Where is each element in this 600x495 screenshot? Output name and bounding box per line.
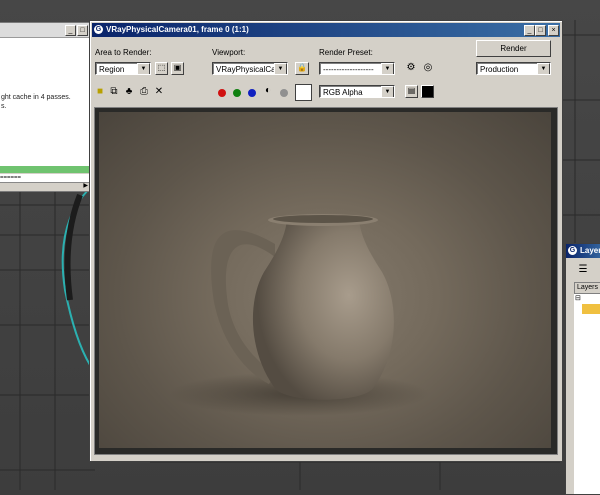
layer-window-title: Layer [580, 246, 600, 255]
print-icon[interactable]: ⎙ [138, 86, 150, 98]
render-setup-icon[interactable]: ⚙ [405, 62, 417, 74]
green-channel-icon[interactable] [233, 89, 241, 97]
save-icon[interactable]: ■ [94, 86, 106, 98]
clear-icon[interactable]: ✕ [153, 86, 165, 98]
edit-region-button[interactable]: ⬚ [155, 62, 168, 75]
layers-list[interactable]: ⊟ [574, 294, 600, 494]
rendered-image [99, 112, 551, 448]
scroll-right-icon[interactable]: ▶ [83, 182, 88, 189]
monochrome-icon[interactable] [280, 89, 288, 97]
display-toggle-button[interactable]: ▤ [405, 85, 418, 98]
app-icon: G [568, 246, 577, 255]
layer-window-titlebar: G Layer [566, 244, 600, 258]
render-frame-window: G VRayPhysicalCamera01, frame 0 (1:1) _ … [89, 20, 563, 462]
red-channel-icon[interactable] [218, 89, 226, 97]
left-window-titlebar: _ □ [0, 23, 89, 38]
viewport-dropdown[interactable]: VRayPhysicalCarr ▼ [212, 62, 288, 75]
viewport-value: VRayPhysicalCarr [216, 65, 281, 74]
production-value: Production [480, 65, 519, 74]
clone-icon[interactable]: ♣ [123, 86, 135, 98]
layers-icon[interactable]: ☰ [577, 264, 589, 276]
layers-column-header: Layers [574, 282, 600, 294]
chevron-down-icon[interactable]: ▼ [137, 63, 150, 74]
layer-manager-window: G Layer ☰ Layers ⊟ [565, 243, 600, 495]
selected-layer-row[interactable] [582, 304, 600, 314]
render-preset-label: Render Preset: [319, 48, 373, 57]
minimize-button[interactable]: _ [65, 25, 76, 36]
lock-icon: 🔒 [297, 63, 307, 72]
render-window-titlebar: G VRayPhysicalCamera01, frame 0 (1:1) _ … [92, 23, 560, 37]
expand-icon[interactable]: ⊟ [575, 294, 581, 302]
display-icon: ▤ [407, 86, 416, 95]
window-title: VRayPhysicalCamera01, frame 0 (1:1) [106, 25, 249, 34]
edit-region-icon: ⬚ [157, 63, 166, 72]
chevron-down-icon[interactable]: ▼ [274, 63, 287, 74]
area-to-render-value: Region [99, 65, 125, 74]
blue-channel-icon[interactable] [248, 89, 256, 97]
environment-icon[interactable]: ◎ [422, 62, 434, 74]
render-preset-dropdown[interactable]: ------------------- ▼ [319, 62, 395, 75]
minimize-button[interactable]: _ [524, 25, 535, 36]
render-message-window: _ □ ght cache in 4 passes. s. ====== ▶ [0, 22, 90, 192]
log-line: ght cache in 4 passes. [1, 94, 71, 101]
lock-viewport-button[interactable]: 🔒 [295, 62, 309, 75]
production-dropdown[interactable]: Production ▼ [476, 62, 551, 75]
viewport-label: Viewport: [212, 48, 246, 57]
chevron-down-icon[interactable]: ▼ [537, 63, 550, 74]
maximize-button[interactable]: □ [535, 25, 546, 36]
channel-value: RGB Alpha [323, 88, 363, 97]
jug-render [169, 214, 429, 416]
maximize-button[interactable]: □ [77, 25, 88, 36]
app-icon: G [94, 25, 103, 34]
chevron-down-icon[interactable]: ▼ [381, 86, 394, 97]
close-button[interactable]: × [548, 25, 559, 36]
auto-region-button[interactable]: ▣ [171, 62, 184, 75]
progress-bar [0, 166, 89, 173]
log-line: s. [1, 103, 7, 110]
message-log: ght cache in 4 passes. s. [0, 38, 89, 167]
area-to-render-label: Area to Render: [95, 48, 152, 57]
alpha-channel-icon[interactable]: ◐ [262, 85, 274, 97]
area-to-render-dropdown[interactable]: Region ▼ [95, 62, 151, 75]
channel-dropdown[interactable]: RGB Alpha ▼ [319, 85, 395, 98]
copy-icon[interactable]: ⧉ [108, 86, 120, 98]
black-background-button[interactable] [421, 85, 434, 98]
render-output-area[interactable] [94, 107, 558, 455]
render-button[interactable]: Render [476, 40, 551, 57]
render-preset-value: ------------------- [323, 65, 374, 74]
horizontal-scrollbar[interactable]: ▶ [0, 182, 89, 191]
chevron-down-icon[interactable]: ▼ [381, 63, 394, 74]
color-swatch[interactable] [295, 84, 312, 101]
auto-region-icon: ▣ [173, 63, 182, 72]
